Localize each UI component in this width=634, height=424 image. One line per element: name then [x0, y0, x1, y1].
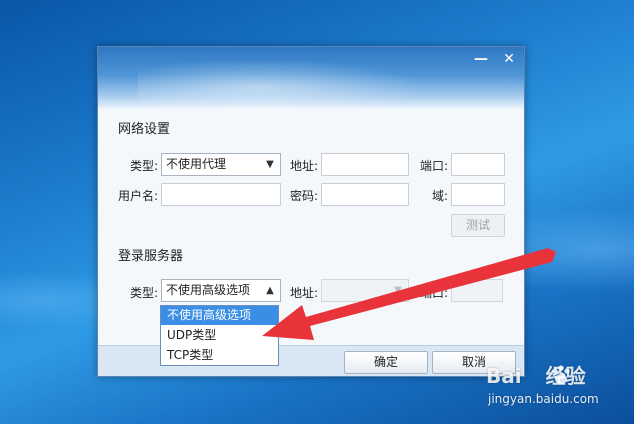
- proxy-address-label: 地址:: [289, 159, 318, 173]
- paw-icon: [552, 365, 570, 384]
- username-label: 用户名:: [117, 189, 158, 203]
- title-bar[interactable]: — ✕: [98, 47, 524, 117]
- test-button[interactable]: 测试: [451, 214, 505, 237]
- domain-label: 域:: [431, 189, 448, 203]
- server-address-label: 地址:: [289, 286, 318, 300]
- title-bar-sheen: [138, 57, 438, 117]
- chevron-down-icon: ▼: [266, 159, 274, 170]
- server-type-label: 类型:: [129, 286, 158, 300]
- dropdown-option-udp[interactable]: UDP类型: [161, 326, 278, 345]
- password-label: 密码:: [289, 189, 318, 203]
- dropdown-option-no-advanced[interactable]: 不使用高级选项: [161, 306, 278, 325]
- proxy-address-input[interactable]: [321, 153, 409, 176]
- server-port-label: 端口:: [419, 286, 448, 300]
- proxy-type-label: 类型:: [129, 159, 158, 173]
- username-input[interactable]: [161, 183, 281, 206]
- proxy-type-select[interactable]: 不使用代理 ▼: [161, 153, 281, 176]
- server-type-select[interactable]: 不使用高级选项 ▲: [161, 279, 281, 302]
- proxy-port-label: 端口:: [419, 159, 448, 173]
- ok-button[interactable]: 确定: [344, 351, 428, 374]
- minimize-button[interactable]: —: [472, 51, 490, 67]
- login-server-title: 登录服务器: [118, 249, 184, 264]
- server-type-value: 不使用高级选项: [166, 283, 251, 297]
- server-address-select[interactable]: ▼: [321, 279, 409, 302]
- chevron-down-icon: ▼: [394, 285, 402, 296]
- password-input[interactable]: [321, 183, 409, 206]
- watermark-url: jingyan.baidu.com: [488, 392, 599, 406]
- dropdown-option-tcp[interactable]: TCP类型: [161, 346, 278, 365]
- network-settings-title: 网络设置: [118, 122, 171, 137]
- baidu-jingyan-watermark: Bai经验 jingyan.baidu.com: [486, 360, 626, 416]
- proxy-type-value: 不使用代理: [166, 157, 227, 171]
- close-button[interactable]: ✕: [500, 51, 518, 67]
- proxy-port-input[interactable]: [451, 153, 505, 176]
- server-type-dropdown-list: 不使用高级选项 UDP类型 TCP类型: [160, 305, 279, 366]
- domain-input[interactable]: [451, 183, 505, 206]
- chevron-up-icon: ▲: [266, 285, 274, 296]
- server-port-input[interactable]: [451, 279, 503, 302]
- watermark-logo-text: Bai: [486, 364, 522, 388]
